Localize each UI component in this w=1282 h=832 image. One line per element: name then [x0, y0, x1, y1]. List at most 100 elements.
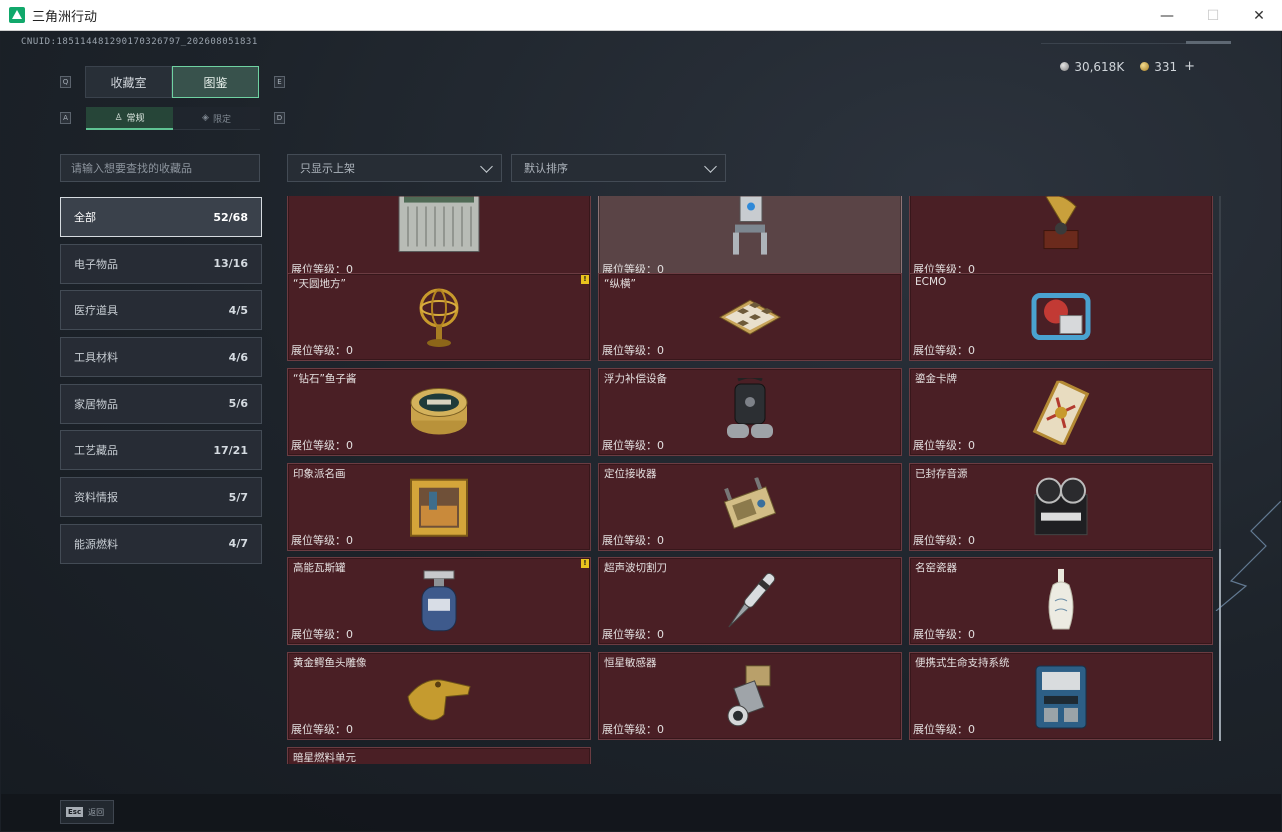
- collectible-card[interactable]: 名窑瓷器展位等级：0: [909, 557, 1213, 645]
- tab-limited[interactable]: ◈ 限定: [173, 107, 260, 130]
- collectible-name: 便携式生命支持系统: [915, 657, 1010, 669]
- category-electronics[interactable]: 电子物品 13/16: [60, 243, 262, 284]
- category-count: 5/7: [228, 490, 248, 504]
- category-label: 工具材料: [74, 351, 118, 365]
- collectible-card[interactable]: 高能瓦斯罐 展位等级：0!: [287, 557, 591, 645]
- star-sensor-icon: [720, 664, 780, 734]
- booth-level: 展位等级：0: [291, 439, 353, 452]
- collectible-card[interactable]: 浮力补偿设备 展位等级：0: [598, 368, 902, 456]
- category-intel[interactable]: 资料情报 5/7: [60, 477, 262, 518]
- currency-gold[interactable]: 331 +: [1140, 59, 1195, 74]
- silver-amount: 30,618K: [1074, 59, 1125, 74]
- main-tabs: 收藏室 图鉴: [85, 66, 259, 98]
- currency-display: 30,618K 331 +: [1060, 59, 1195, 74]
- back-label: 返回: [88, 807, 105, 817]
- tab-regular[interactable]: ♙ 常规: [86, 107, 173, 130]
- minimize-button[interactable]: —: [1144, 0, 1190, 31]
- category-all[interactable]: 全部 52/68: [60, 197, 262, 237]
- reel-recorder-icon: [1029, 477, 1093, 543]
- booth-level: 展位等级：0: [602, 534, 664, 547]
- category-tools[interactable]: 工具材料 4/6: [60, 337, 262, 378]
- category-list: 全部 52/68 电子物品 13/16 医疗道具 4/5 工具材料 4/6 家居物品 5/…: [60, 197, 262, 571]
- collectible-card[interactable]: 定位接收器展位等级：0: [598, 463, 902, 551]
- caviar-tin-icon: [407, 383, 471, 447]
- collectible-card[interactable]: 已封存音源 展位等级：0: [909, 463, 1213, 551]
- plus-icon[interactable]: +: [1184, 59, 1195, 74]
- app-logo-icon: [9, 7, 25, 23]
- category-energy[interactable]: 能源燃料 4/7: [60, 523, 262, 564]
- collectible-card[interactable]: 鎏金卡牌 展位等级：0: [909, 368, 1213, 456]
- collectible-name: “天圆地方”: [293, 278, 346, 290]
- warning-icon: !: [581, 559, 589, 568]
- game-viewport: CNUID:18511448129017032679​7_2026080518​…: [1, 31, 1281, 831]
- gramophone-icon: [1036, 196, 1086, 260]
- close-button[interactable]: ✕: [1236, 0, 1282, 31]
- collectible-card[interactable]: 便携式生命支持系统 展位等级：0: [909, 652, 1213, 740]
- category-label: 家居物品: [74, 397, 118, 411]
- booth-level: 展位等级：0: [602, 628, 664, 641]
- key-hint-e: E: [274, 76, 285, 88]
- booth-level: 展位等级：0: [913, 534, 975, 547]
- collectible-card[interactable]: 超声波切割刀 展位等级：0: [598, 557, 902, 645]
- bottom-bar: [1, 794, 1281, 831]
- category-count: 5/6: [228, 397, 248, 411]
- category-medical[interactable]: 医疗道具 4/5: [60, 290, 262, 331]
- gold-coin-icon: [1140, 62, 1150, 71]
- user-uid: CNUID:18511448129017032679​7_2026080518​…: [21, 37, 258, 47]
- booth-level: 展位等级：0: [913, 628, 975, 641]
- framed-painting-icon: [407, 476, 471, 544]
- category-count: 4/7: [228, 537, 248, 551]
- collectible-card[interactable]: “天圆地方” 展位等级：0!: [287, 273, 591, 361]
- collectible-card[interactable]: 恒星敏感器展位等级：0: [598, 652, 902, 740]
- booth-level: 展位等级：0: [913, 439, 975, 452]
- item-grid: 展位等级：0 展位等级：0 展位等级：0 “天圆地方” 展位等级：0! “纵横” 展位等级：…: [287, 196, 1219, 764]
- collectible-card[interactable]: “纵横” 展位等级：0: [598, 273, 902, 361]
- gilded-card-icon: [1031, 378, 1091, 449]
- collectible-card[interactable]: “钻石”鱼子酱 展位等级：0: [287, 368, 591, 456]
- collectible-card[interactable]: 展位等级：0: [909, 196, 1213, 280]
- sort-dropdown[interactable]: 默认排序: [511, 154, 726, 182]
- ultrasonic-knife-icon: [720, 569, 780, 639]
- window-controls: — ☐ ✕: [1144, 0, 1282, 31]
- search-input[interactable]: [60, 154, 260, 182]
- collectible-card[interactable]: 展位等级：0: [598, 196, 902, 280]
- booth-level: 展位等级：0: [602, 723, 664, 736]
- category-count: 17/21: [213, 443, 248, 457]
- collectible-name: 定位接收器: [604, 468, 657, 480]
- robot-icon: [725, 196, 775, 260]
- display-filter-dropdown[interactable]: 只显示上架: [287, 154, 502, 182]
- collectible-card[interactable]: 暗星燃料单元: [287, 747, 591, 764]
- category-label: 能源燃料: [74, 537, 118, 551]
- ecmo-machine-icon: [1026, 288, 1096, 352]
- collectible-name: 名窑瓷器: [915, 562, 957, 574]
- collectible-card[interactable]: 印象派名画 展位等级：0: [287, 463, 591, 551]
- category-crafts[interactable]: 工艺藏品 17/21: [60, 430, 262, 471]
- collectible-card[interactable]: ECMO 展位等级：0: [909, 273, 1213, 361]
- key-hint-q: Q: [60, 76, 71, 88]
- booth-level: 展位等级：0: [913, 344, 975, 357]
- category-count: 13/16: [213, 257, 248, 271]
- collectible-card[interactable]: 黄金鳄鱼头雕像 展位等级：0: [287, 652, 591, 740]
- tab-collection-room[interactable]: 收藏室: [85, 66, 172, 98]
- gps-receiver-icon: [718, 476, 782, 542]
- esc-key-icon: Esc: [66, 807, 84, 817]
- life-support-icon: [1030, 662, 1092, 736]
- collectible-name: “钻石”鱼子酱: [293, 373, 357, 385]
- collectible-name: 印象派名画: [293, 468, 346, 480]
- booth-level: 展位等级：0: [291, 723, 353, 736]
- collectible-name: ECMO: [915, 276, 947, 288]
- gold-amount: 331: [1154, 59, 1178, 74]
- regular-icon: ♙: [114, 112, 123, 123]
- collectible-name: 恒星敏感器: [604, 657, 657, 669]
- maximize-button[interactable]: ☐: [1190, 0, 1236, 31]
- category-label: 资料情报: [74, 491, 118, 505]
- collectible-card[interactable]: 展位等级：0: [287, 196, 591, 280]
- sub-tabs: ♙ 常规 ◈ 限定: [86, 107, 260, 130]
- back-button[interactable]: Esc 返回: [60, 800, 114, 824]
- category-household[interactable]: 家居物品 5/6: [60, 383, 262, 424]
- booth-level: 展位等级：0: [602, 439, 664, 452]
- porcelain-vase-icon: [1041, 567, 1081, 641]
- tab-catalog[interactable]: 图鉴: [172, 66, 259, 98]
- top-decor-bar: [1186, 41, 1231, 44]
- booth-level: 展位等级：0: [291, 344, 353, 357]
